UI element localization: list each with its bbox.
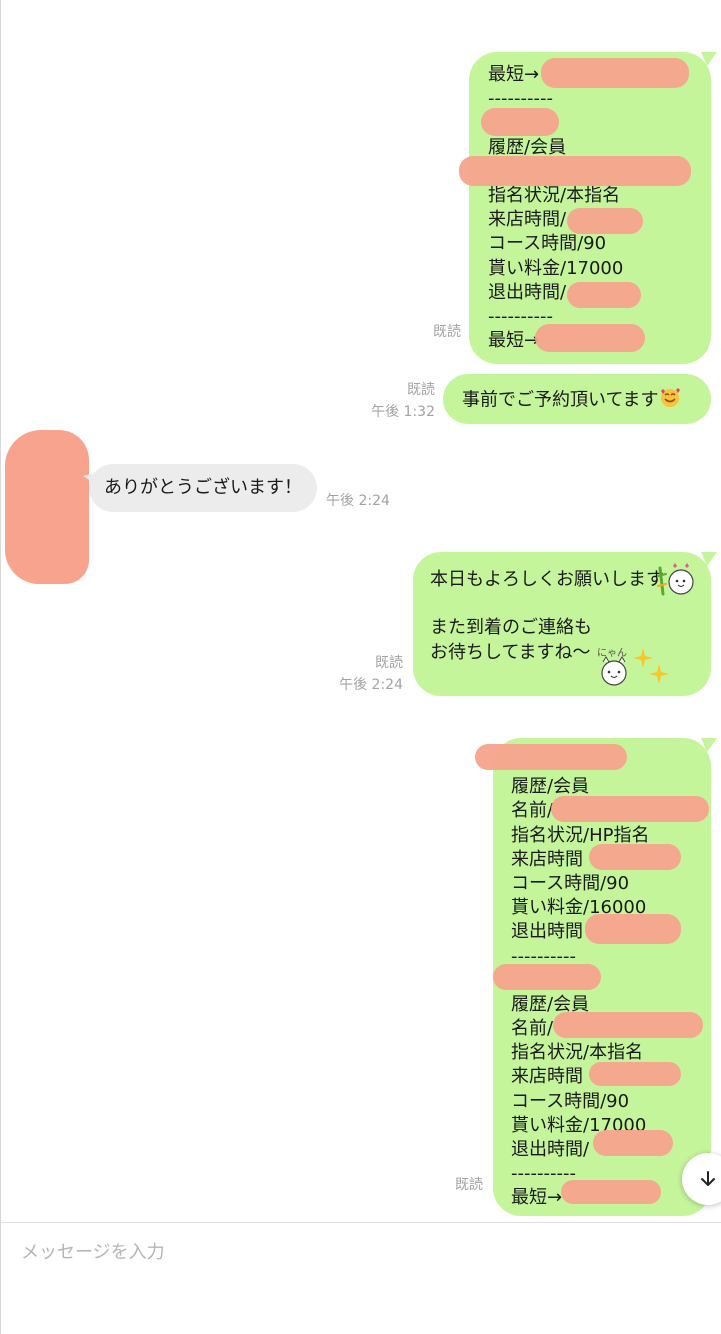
message-line: コース時間/90 [511,872,630,894]
message-timestamp: 午後 2:24 [326,493,390,509]
read-receipt: 既読 [433,324,461,340]
message-text: 事前でご予約頂いてます [462,389,659,411]
message-line: 指名状況/本指名 [488,184,621,206]
redaction-mark [475,744,627,770]
message-text: ありがとうございます！ [104,477,302,498]
message-line: コース時間/90 [488,233,607,255]
message-timestamp: 午後 2:24 [339,677,403,693]
nyan-cat-sticker: にゃん [597,647,627,686]
redaction-mark [553,1012,703,1038]
redaction-mark [551,796,709,822]
redaction-mark [541,58,689,88]
redaction-mark [589,1062,681,1086]
redaction-mark [585,914,681,944]
redaction-mark [593,1130,673,1156]
sparkle-emoji [633,648,669,684]
redaction-mark [493,964,601,990]
message-timestamp: 午後 1:32 [371,404,435,420]
redaction-mark [561,1180,661,1204]
bubble-tail [701,52,717,66]
sent-message-bubble[interactable]: 事前でご予約頂いてます [443,374,711,424]
message-line: コース時間/90 [511,1090,630,1112]
read-receipt: 既読 [407,382,435,398]
chat-history[interactable]: 最短→ ---------- 履歴/会員 指名状況/本指名 来店時間/ コース時… [0,0,721,1222]
bubble-tail [83,472,99,486]
message-line: また到着のご連絡も [430,617,592,639]
redaction-mark [567,208,643,234]
avatar[interactable] [5,430,89,584]
message-composer [0,1222,721,1334]
redaction-mark [459,156,691,186]
message-text: 本日もよろしくお願いします [430,569,664,590]
smiling-hearts-emoji [659,386,681,415]
redaction-mark [481,108,559,136]
read-receipt: 既読 [455,1177,483,1193]
received-message-bubble[interactable]: ありがとうございます！ [83,464,317,512]
bubble-tail [701,738,717,752]
redaction-mark [567,282,641,308]
arrow-down-icon [701,1171,715,1186]
message-input[interactable] [21,1237,701,1267]
yoroshiku-cat-sticker [657,563,694,596]
bubble-tail [701,552,717,566]
read-receipt: 既読 [375,655,403,671]
message-line: 貰い料金/17000 [488,257,624,279]
redaction-mark [589,844,681,870]
redaction-mark [535,324,645,352]
